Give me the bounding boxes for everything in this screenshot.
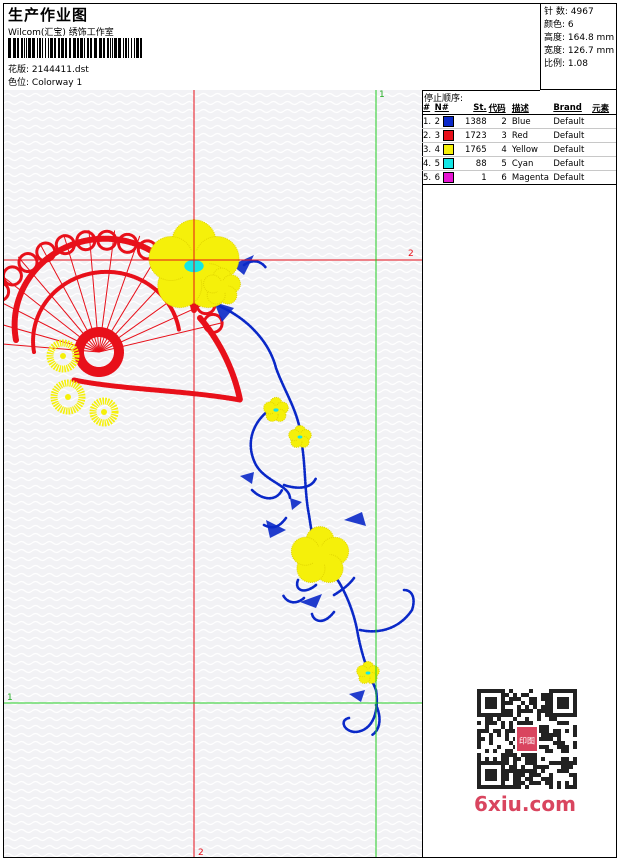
thread-color-swatch: [442, 158, 454, 169]
stop-column-header: Brand: [552, 102, 592, 115]
thread-description: Cyan: [510, 156, 553, 171]
element-cell: [591, 170, 616, 185]
thread-code: 2: [487, 114, 511, 129]
stop-column-header: #: [422, 102, 434, 115]
stop-column-header: St.: [455, 102, 488, 115]
stop-index: 3.: [422, 142, 434, 157]
barcode-icon: [8, 38, 142, 58]
needle-number: 2: [433, 114, 456, 129]
seal-text: 印图: [519, 736, 535, 745]
stop-column-header: 元素: [591, 102, 616, 115]
stop-index: 5.: [422, 170, 434, 185]
needle-number: 4: [433, 142, 456, 157]
thread-brand: Default: [552, 156, 592, 171]
stop-row: 3. 4 1765 4 Yellow Default: [422, 142, 616, 157]
thread-description: Blue: [510, 114, 553, 129]
stop-column-header: N#: [433, 102, 456, 115]
stop-column-header: 代码: [487, 102, 511, 115]
needle-number: 6: [433, 170, 456, 185]
panel-divider: [422, 184, 616, 185]
stitch-count: 88: [455, 156, 488, 171]
element-cell: [591, 128, 616, 143]
color-count: 颜色: 6: [544, 20, 574, 30]
design-file-row: 花版: 2144411.dst: [8, 62, 89, 75]
thread-color-swatch: [442, 116, 454, 127]
watermark-site: 6xiu.com: [474, 792, 576, 816]
stitch-count: 1388: [455, 114, 488, 129]
stop-row: 1. 2 1388 2 Blue Default: [422, 114, 616, 129]
stop-column-header: 描述: [510, 102, 553, 115]
design-scale: 比例: 1.08: [544, 59, 588, 69]
thread-code: 5: [487, 156, 511, 171]
studio-name: Wilcom(汇宝) 绣饰工作室: [8, 28, 114, 38]
worksheet-title: 生产作业图: [8, 6, 89, 24]
stitch-count: 1723: [455, 128, 488, 143]
element-cell: [591, 114, 616, 129]
stitch-count: 针 数: 4967: [544, 7, 594, 17]
embroidery-design: [4, 90, 422, 857]
stop-row: 5. 6 1 6 Magenta Default: [422, 170, 616, 185]
stop-sequence-panel: 停止顺序: # N# St. 代码 描述 Brand 元素 1. 2 1388 2 Blue Def…: [422, 90, 616, 857]
colorway-row: 色位: Colorway 1: [8, 75, 82, 88]
stop-index: 1.: [422, 114, 434, 129]
needle-number: 3: [433, 128, 456, 143]
stitch-count: 1765: [455, 142, 488, 157]
thread-color-swatch: [442, 144, 454, 155]
thread-brand: Default: [552, 142, 592, 157]
colorway-label: 色位:: [8, 78, 30, 88]
embroidery-preview: 1 2 1 2: [4, 90, 423, 858]
design-file-name: 2144411.dst: [31, 65, 89, 75]
stop-index: 2.: [422, 128, 434, 143]
design-height: 高度: 164.8 mm: [544, 33, 615, 43]
worksheet-header: 生产作业图 Wilcom(汇宝) 绣饰工作室 花版: 2144411.dst 色…: [4, 4, 540, 91]
stitch-count: 1: [455, 170, 488, 185]
colorway-name: Colorway 1: [31, 78, 83, 88]
element-cell: [591, 142, 616, 157]
thread-color-swatch: [442, 130, 454, 141]
thread-description: Yellow: [510, 142, 553, 157]
stop-row: 2. 3 1723 3 Red Default: [422, 128, 616, 143]
guide-label-v1: 1: [379, 90, 385, 100]
guide-label-v2: 2: [198, 848, 204, 858]
qr-code-icon: 印图: [473, 686, 581, 791]
stop-row: 4. 5 88 5 Cyan Default: [422, 156, 616, 171]
design-width: 宽度: 126.7 mm: [544, 46, 615, 56]
thread-description: Red: [510, 128, 553, 143]
thread-description: Magenta: [510, 170, 553, 185]
thread-code: 3: [487, 128, 511, 143]
thread-brand: Default: [552, 114, 592, 129]
stop-sequence-table: # N# St. 代码 描述 Brand 元素 1. 2 1388 2 Blue Default 2.…: [422, 102, 616, 185]
thread-color-swatch: [442, 172, 454, 183]
thread-brand: Default: [552, 170, 592, 185]
design-label: 花版:: [8, 65, 30, 75]
element-cell: [591, 156, 616, 171]
production-worksheet: 生产作业图 Wilcom(汇宝) 绣饰工作室 花版: 2144411.dst 色…: [3, 3, 617, 858]
stop-index: 4.: [422, 156, 434, 171]
guide-label-h2: 2: [408, 249, 414, 259]
needle-number: 5: [433, 156, 456, 171]
thread-brand: Default: [552, 128, 592, 143]
guide-label-h1: 1: [7, 693, 13, 703]
design-stats: 针 数: 4967 颜色: 6 高度: 164.8 mm 宽度: 126.7 m…: [540, 4, 616, 90]
thread-code: 4: [487, 142, 511, 157]
thread-code: 6: [487, 170, 511, 185]
